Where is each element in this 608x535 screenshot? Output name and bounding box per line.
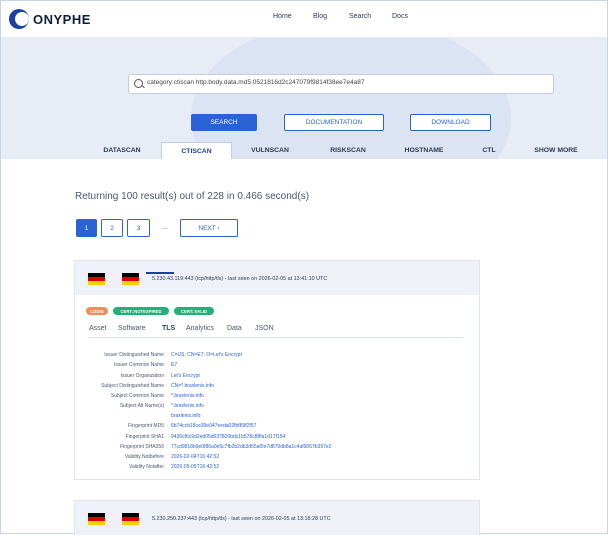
search-query-text[interactable]: category:ctiscan http.body.data.md5:0521…	[147, 79, 364, 86]
subtab-divider	[89, 337, 463, 338]
tab-vulnscan[interactable]: VULNSCAN	[237, 142, 303, 159]
brand-name: ONYPHE	[33, 11, 91, 27]
tab-ctiscan[interactable]: CTISCAN	[161, 142, 232, 159]
nav-link-home[interactable]: Home	[273, 13, 292, 20]
field-value[interactable]: 2026-02-04T16:42:52	[171, 454, 219, 460]
subtab-software[interactable]: Software	[118, 325, 146, 332]
result-card: 5.230.43.119:443 (tcp/http/tls) - last s…	[74, 260, 480, 480]
download-button[interactable]: DOWNLOAD	[410, 114, 491, 131]
search-input[interactable]: category:ctiscan http.body.data.md5:0521…	[128, 74, 554, 94]
search-icon	[134, 79, 143, 88]
badge-cert-notexpired[interactable]: CERT::NOTEXPIRED	[113, 307, 169, 315]
field-value[interactable]: C=US, CN=E7, O=Let's Encrypt	[171, 352, 242, 358]
documentation-button[interactable]: DOCUMENTATION	[284, 114, 384, 131]
onyphe-logo-icon	[9, 9, 29, 29]
search-button[interactable]: SEARCH	[191, 114, 257, 131]
page-button-3[interactable]: 3	[127, 219, 150, 237]
field-value[interactable]: 77cd9818b9e0f86a0e5c7fb2b2db3d65af0e7d87…	[171, 444, 331, 450]
germany-flag-icon	[122, 273, 139, 285]
result-card-header: 5.230.250.237:443 (tcp/http/tls) - last …	[75, 501, 479, 535]
subtab-asset[interactable]: Asset	[89, 325, 107, 332]
germany-flag-icon	[122, 513, 139, 525]
field-value[interactable]: *.braxlenis.info	[171, 393, 204, 399]
field-label: Fingerprint SHA1	[125, 434, 164, 440]
top-navbar: ONYPHE Home Blog Search Docs	[1, 1, 607, 38]
field-value[interactable]: *.braxlenis.info	[171, 403, 204, 409]
nav-link-docs[interactable]: Docs	[392, 13, 408, 20]
result-card-header: 5.230.43.119:443 (tcp/http/tls) - last s…	[75, 261, 479, 295]
germany-flag-icon	[88, 513, 105, 525]
search-hero: category:ctiscan http.body.data.md5:0521…	[1, 38, 607, 159]
field-value[interactable]: Let's Encrypt	[171, 373, 200, 379]
badge-cert-valid[interactable]: CERT::VALID	[174, 307, 214, 315]
subtab-analytics[interactable]: Analytics	[186, 325, 214, 332]
category-tabs: DATASCAN CTISCAN VULNSCAN RISKSCAN HOSTN…	[1, 142, 607, 159]
field-label: Fingerprint MD5	[128, 423, 164, 429]
tab-datascan[interactable]: DATASCAN	[89, 142, 155, 159]
tab-riskscan[interactable]: RISKSCAN	[315, 142, 381, 159]
field-value[interactable]: 9436cf6c9d2ed05d637820bdc1b578c88fa1d17f…	[171, 434, 285, 440]
field-label: Subject Common Name	[110, 393, 164, 399]
field-value[interactable]: E7	[171, 362, 177, 368]
germany-flag-icon	[88, 273, 105, 285]
active-subtab-indicator	[146, 272, 174, 274]
field-label: Validity Notbefore	[124, 454, 164, 460]
page-button-2[interactable]: 2	[101, 219, 123, 237]
brand-logo[interactable]: ONYPHE	[9, 9, 91, 29]
field-label: Subject Alt Name(s)	[119, 403, 164, 409]
tab-hostname[interactable]: HOSTNAME	[391, 142, 457, 159]
results-summary: Returning 100 result(s) out of 228 in 0.…	[75, 191, 310, 202]
tab-ctl[interactable]: CTL	[459, 142, 519, 159]
result-card-title[interactable]: 5.230.250.237:443 (tcp/http/tls) - last …	[152, 516, 331, 522]
pagination-ellipsis: ...	[162, 224, 168, 231]
nav-link-search[interactable]: Search	[349, 13, 371, 20]
badge-login[interactable]: LOGIN	[86, 307, 108, 315]
tab-show-more[interactable]: SHOW MORE	[523, 142, 589, 159]
field-value[interactable]: CN=*.braxlenis.info	[171, 383, 214, 389]
field-label: Issuer Organization	[120, 373, 164, 379]
subtab-json[interactable]: JSON	[255, 325, 274, 332]
next-page-button[interactable]: NEXT ›	[180, 219, 238, 237]
field-label: Issuer Distinguished Name	[104, 352, 164, 358]
field-value[interactable]: braxlenis.info	[171, 413, 200, 419]
page-button-1[interactable]: 1	[76, 219, 97, 237]
result-card-title[interactable]: 5.230.43.119:443 (tcp/http/tls) - last s…	[152, 276, 327, 282]
field-label: Validity Notafter	[129, 464, 164, 470]
field-label: Fingerprint SHA256	[120, 444, 164, 450]
subtab-data[interactable]: Data	[227, 325, 242, 332]
field-value[interactable]: 6b74ccb18ce39e047eeda02fbf89f2f57	[171, 423, 256, 429]
subtab-tls[interactable]: TLS	[162, 325, 175, 332]
field-label: Subject Distinguished Name	[101, 383, 164, 389]
field-value[interactable]: 2026-05-05T16:42:52	[171, 464, 219, 470]
field-label: Issuer Common Name	[113, 362, 164, 368]
hero-background-shape	[191, 38, 511, 159]
nav-link-blog[interactable]: Blog	[313, 13, 327, 20]
result-card: 5.230.250.237:443 (tcp/http/tls) - last …	[74, 500, 480, 535]
